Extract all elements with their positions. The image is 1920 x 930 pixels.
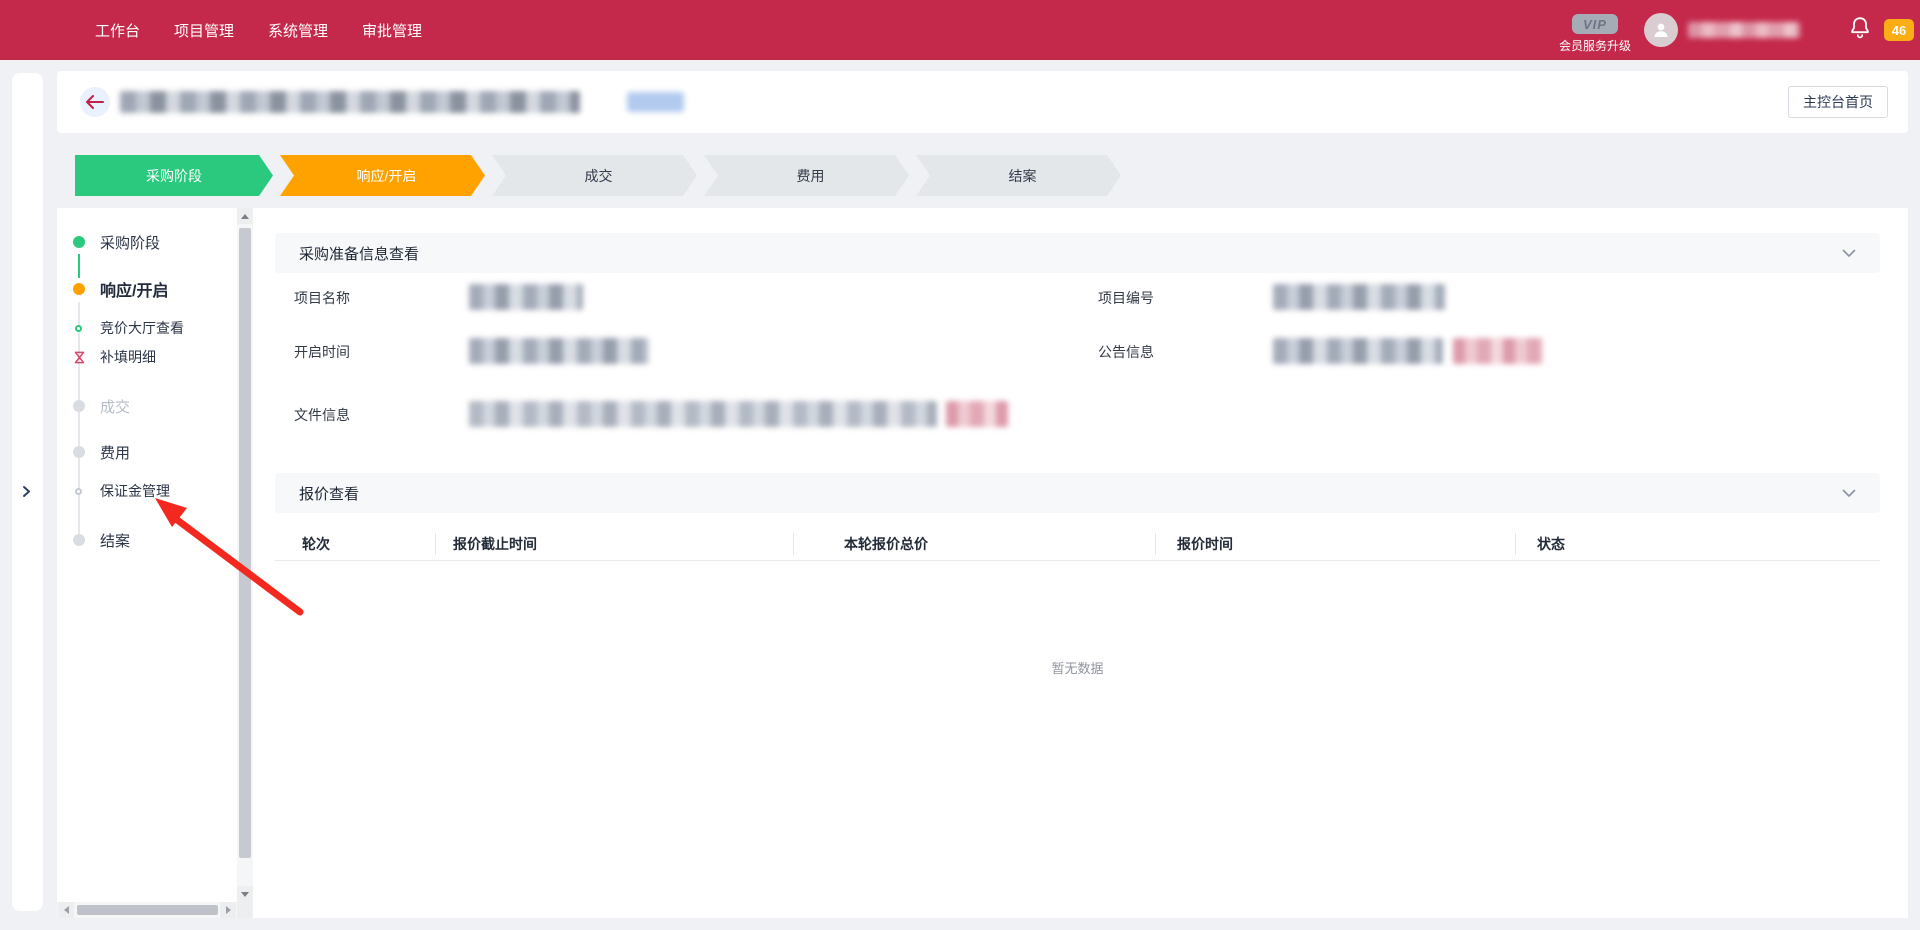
sidebar-item-fees[interactable]: 费用 — [57, 439, 237, 465]
expand-panel-chevron-icon[interactable] — [22, 485, 31, 503]
main-panels: 采购准备信息查看 项目名称 项目编号 开启时间 公告信息 文件信息 报价查看 轮… — [275, 208, 1880, 918]
username-redacted[interactable] — [1688, 22, 1800, 38]
project-title-redacted — [120, 91, 580, 113]
sidebar-item-label: 采购阶段 — [100, 232, 160, 253]
process-steps-bar: 采购阶段 响应/开启 成交 费用 结案 — [75, 155, 1121, 196]
vertical-scroll-thumb[interactable] — [239, 228, 251, 858]
timeline-connector-done — [78, 254, 80, 278]
scroll-down-button[interactable] — [237, 886, 253, 902]
sidebar-item-deal[interactable]: 成交 — [57, 393, 237, 419]
chevron-down-icon[interactable] — [1842, 489, 1856, 498]
console-home-button[interactable]: 主控台首页 — [1788, 86, 1888, 118]
field-label-announcement-info: 公告信息 — [1098, 342, 1154, 362]
open-time-value-redacted — [469, 338, 649, 364]
collapsed-panel-strip — [12, 73, 43, 911]
menu-item-project-management[interactable]: 项目管理 — [174, 20, 234, 41]
phase-sidebar: 采购阶段 响应/开启 竞价大厅查看 补填明细 成交 费用 保证金管理 — [57, 208, 253, 918]
chevron-down-icon[interactable] — [1842, 249, 1856, 258]
orange-dot-icon — [73, 283, 85, 295]
column-header-quote-time: 报价时间 — [1177, 527, 1233, 561]
sidebar-item-procurement-phase[interactable]: 采购阶段 — [57, 229, 237, 255]
menu-item-workbench[interactable]: 工作台 — [95, 20, 140, 41]
notification-count-badge[interactable]: 46 — [1884, 19, 1914, 41]
column-header-status: 状态 — [1537, 527, 1565, 561]
table-header-border — [275, 560, 1880, 561]
field-label-open-time: 开启时间 — [294, 342, 350, 362]
content-area: 采购阶段 响应/开启 竞价大厅查看 补填明细 成交 费用 保证金管理 — [57, 208, 1908, 918]
project-status-tag-redacted — [627, 92, 684, 112]
user-avatar[interactable] — [1644, 13, 1678, 47]
person-icon — [1651, 20, 1671, 40]
main-menu: 工作台 项目管理 系统管理 审批管理 — [0, 20, 422, 41]
menu-item-approval-management[interactable]: 审批管理 — [362, 20, 422, 41]
sidebar-item-bidding-hall-view[interactable]: 竞价大厅查看 — [57, 318, 237, 338]
prep-info-panel-header[interactable]: 采购准备信息查看 — [275, 233, 1880, 273]
page-header: 主控台首页 — [57, 71, 1908, 133]
horizontal-scroll-thumb[interactable] — [77, 905, 218, 915]
project-name-value-redacted — [469, 284, 583, 310]
hourglass-icon — [73, 351, 86, 364]
column-header-quote-deadline: 报价截止时间 — [453, 527, 537, 561]
sidebar-horizontal-scrollbar[interactable] — [57, 902, 237, 918]
back-button[interactable] — [80, 87, 110, 117]
prep-info-panel-title: 采购准备信息查看 — [299, 243, 419, 264]
step-closing[interactable]: 结案 — [916, 155, 1121, 196]
sidebar-item-label: 响应/开启 — [100, 277, 168, 301]
scroll-left-button[interactable] — [58, 902, 74, 918]
scroll-right-button[interactable] — [220, 902, 236, 918]
sidebar-item-label: 补填明细 — [100, 347, 156, 367]
green-dot-icon — [73, 236, 85, 248]
sidebar-item-label: 成交 — [100, 396, 130, 417]
step-fees[interactable]: 费用 — [704, 155, 909, 196]
sidebar-item-closing[interactable]: 结案 — [57, 527, 237, 553]
announcement-value-redacted — [1273, 338, 1443, 364]
menu-item-system-management[interactable]: 系统管理 — [268, 20, 328, 41]
announcement-link-redacted[interactable] — [1453, 338, 1543, 364]
green-ring-icon — [75, 325, 82, 332]
column-header-round: 轮次 — [302, 527, 330, 561]
column-separator — [435, 533, 436, 555]
top-navbar: 工作台 项目管理 系统管理 审批管理 VIP 会员服务升级 46 — [0, 0, 1920, 60]
vip-icon: VIP — [1572, 14, 1618, 34]
sidebar-vertical-scrollbar[interactable] — [237, 208, 253, 902]
vip-upgrade[interactable]: VIP 会员服务升级 — [1556, 14, 1634, 54]
sidebar-item-label: 竞价大厅查看 — [100, 318, 184, 338]
column-header-round-total-price: 本轮报价总价 — [844, 527, 928, 561]
quote-panel-header[interactable]: 报价查看 — [275, 473, 1880, 513]
file-link-redacted[interactable] — [946, 401, 1008, 427]
file-info-value-redacted — [469, 401, 937, 427]
sidebar-item-label: 结案 — [100, 530, 130, 551]
sidebar-item-label: 费用 — [100, 442, 130, 463]
gray-dot-icon — [73, 446, 85, 458]
field-label-project-name: 项目名称 — [294, 288, 350, 308]
sidebar-item-deposit-management[interactable]: 保证金管理 — [57, 481, 237, 501]
scrollbar-corner — [237, 902, 253, 918]
field-label-project-number: 项目编号 — [1098, 288, 1154, 308]
scroll-up-button[interactable] — [237, 208, 253, 224]
column-separator — [793, 533, 794, 555]
empty-state-text: 暂无数据 — [275, 658, 1880, 677]
vip-caption: 会员服务升级 — [1559, 37, 1631, 54]
notification-bell-icon[interactable] — [1848, 15, 1872, 46]
sidebar-item-label: 保证金管理 — [100, 481, 170, 501]
quote-panel-title: 报价查看 — [299, 483, 359, 504]
project-number-value-redacted — [1273, 284, 1445, 310]
back-arrow-icon — [86, 95, 104, 109]
sidebar-item-fill-details[interactable]: 补填明细 — [57, 347, 237, 367]
step-response-open[interactable]: 响应/开启 — [280, 155, 485, 196]
sidebar-item-response-open[interactable]: 响应/开启 — [57, 276, 237, 302]
gray-dot-icon — [73, 400, 85, 412]
column-separator — [1155, 533, 1156, 555]
step-deal[interactable]: 成交 — [492, 155, 697, 196]
gray-ring-icon — [75, 488, 82, 495]
gray-dot-icon — [73, 534, 85, 546]
field-label-file-info: 文件信息 — [294, 405, 350, 425]
column-separator — [1515, 533, 1516, 555]
step-procurement-phase[interactable]: 采购阶段 — [75, 155, 273, 196]
